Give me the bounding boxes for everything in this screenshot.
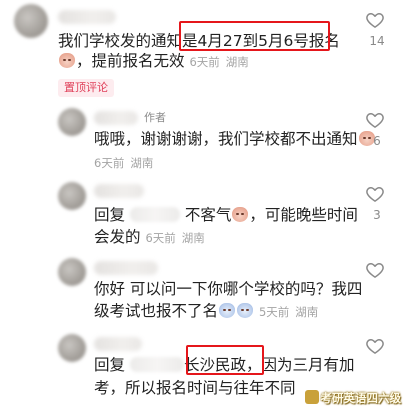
region: 湖南	[225, 55, 249, 69]
like-button[interactable]	[365, 110, 385, 130]
comment-4: 你好 可以问一下你哪个学校的吗？我四 级考试也报不了名 5天前 湖南	[0, 254, 403, 328]
comment-text-line2: 级考试也报不了名 5天前 湖南	[94, 300, 318, 323]
region: 湖南	[130, 156, 154, 170]
comment-2: 作者 哦哦，谢谢谢谢，我们学校都不出通知 6天前 湖南 6	[0, 104, 403, 182]
timestamp: 5天前	[258, 305, 290, 319]
comment-text-part: ，因为三月有加	[245, 356, 355, 374]
like-count: 3	[373, 208, 381, 222]
timestamp: 6天前	[189, 55, 220, 69]
comment-text-part: ，可能晚些时间	[249, 206, 358, 224]
avatar[interactable]	[14, 4, 48, 38]
comment-text-part: 考，所以报名时间与往年不同	[94, 379, 296, 397]
comment-1: 我们学校发的通知是4月27到5月6号报名 ，提前报名无效 6天前 湖南 置顶评论 …	[0, 0, 403, 106]
comment-meta: 6天前 湖南	[94, 152, 153, 174]
watermark-text: 考研英语四六级	[320, 391, 402, 405]
mention-blurred[interactable]	[129, 207, 180, 222]
like-button[interactable]	[365, 260, 385, 280]
like-button[interactable]	[365, 184, 385, 204]
avatar[interactable]	[58, 258, 86, 286]
region: 湖南	[181, 231, 205, 245]
reply-prefix: 回复	[94, 356, 126, 374]
avatar[interactable]	[58, 108, 86, 136]
comment-text: 回复 不客气 ，可能晚些时间	[94, 204, 358, 226]
timestamp: 6天前	[94, 156, 125, 170]
emoji-icon	[59, 53, 75, 68]
timestamp: 6天前	[145, 231, 176, 245]
username-blurred[interactable]	[94, 337, 142, 351]
username-blurred[interactable]	[94, 111, 138, 125]
username-blurred[interactable]	[94, 184, 144, 198]
comment-text-part: 会发的	[94, 228, 141, 246]
avatar[interactable]	[58, 182, 86, 210]
pinned-badge: 置顶评论	[58, 79, 114, 97]
heart-icon	[366, 339, 384, 354]
heart-icon	[366, 13, 384, 28]
watermark-logo-icon	[304, 390, 319, 404]
username-blurred[interactable]	[58, 10, 116, 24]
comment-text-part: 你好 可以问一下你哪个学校的吗？我四	[94, 280, 363, 298]
comment-text-line2: ，提前报名无效 6天前 湖南	[58, 50, 249, 73]
emoji-icon	[219, 303, 236, 318]
like-button[interactable]	[365, 10, 385, 30]
author-tag: 作者	[144, 111, 166, 124]
mention-blurred[interactable]	[129, 357, 184, 372]
comment-text: 我们学校发的通知是4月27到5月6号报名	[58, 30, 340, 52]
emoji-icon	[232, 207, 249, 222]
heart-icon	[366, 187, 384, 202]
like-button[interactable]	[365, 336, 385, 356]
region: 湖南	[295, 305, 319, 319]
heart-icon	[366, 263, 384, 278]
like-count: 14	[369, 34, 385, 48]
comment-text-part: 级考试也报不了名	[94, 302, 219, 320]
emoji-icon	[237, 303, 254, 318]
heart-icon	[366, 113, 384, 128]
comment-text-line2: 考，所以报名时间与往年不同	[94, 377, 296, 399]
like-count: 6	[373, 134, 381, 148]
avatar[interactable]	[58, 334, 86, 362]
comment-text-part: 不客气	[184, 206, 232, 224]
comment-text: 你好 可以问一下你哪个学校的吗？我四	[94, 278, 362, 300]
comment-text-part: 我们学校发的通知是	[58, 32, 198, 50]
comment-text-line2: 会发的 6天前 湖南	[94, 226, 205, 249]
comment-3: 回复 不客气 ，可能晚些时间 会发的 6天前 湖南 3	[0, 180, 403, 250]
reply-prefix: 回复	[94, 206, 126, 224]
username-blurred[interactable]	[94, 261, 158, 275]
highlighted-school: 长沙民政	[183, 356, 246, 374]
highlighted-dates: 4月27到5月6号报名	[197, 32, 340, 50]
comment-text: 哦哦，谢谢谢谢，我们学校都不出通知	[94, 128, 376, 150]
watermark: 考研英语四六级	[304, 390, 402, 406]
comment-text-part: ，提前报名无效	[76, 52, 185, 70]
comment-text: 回复 长沙民政，因为三月有加	[94, 354, 354, 376]
comment-text-part: 哦哦，谢谢谢谢，我们学校都不出通知	[94, 130, 358, 148]
